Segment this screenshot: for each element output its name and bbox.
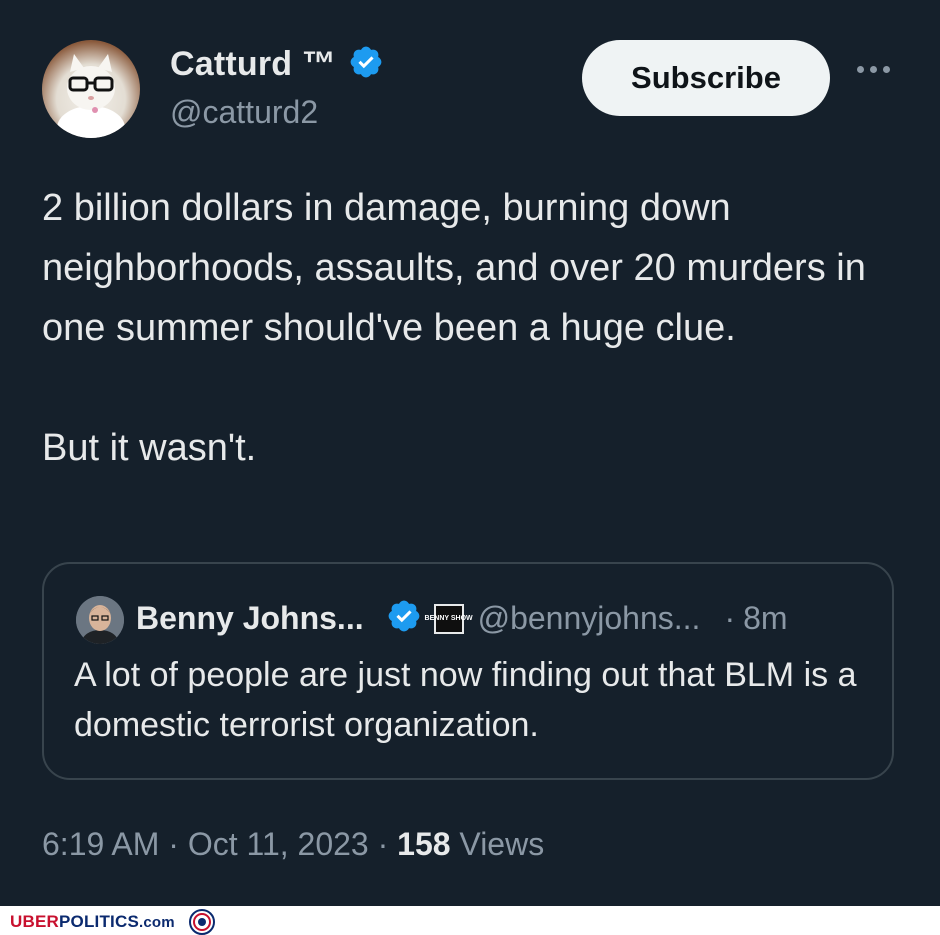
- quoted-author-name[interactable]: Benny Johns...: [136, 600, 364, 637]
- quoted-header: Benny Johns... BENNY SHOW @bennyjohns...…: [136, 598, 788, 639]
- separator-dot: ·: [724, 600, 736, 636]
- subscribe-button[interactable]: Subscribe: [582, 40, 830, 116]
- author-name[interactable]: Catturd ™: [170, 45, 336, 84]
- quoted-author-avatar[interactable]: [76, 596, 124, 644]
- views-label: Views: [450, 826, 545, 862]
- author-handle[interactable]: @catturd2: [170, 94, 318, 131]
- verified-badge-icon[interactable]: [348, 44, 384, 85]
- tweet-metadata: 6:19 AM · Oct 11, 2023 · 158 Views: [42, 826, 544, 863]
- more-options-icon[interactable]: [857, 66, 890, 73]
- lion-logo-icon: [188, 909, 215, 935]
- person-avatar-image: [76, 596, 124, 644]
- watermark-bar: UBER POLITICS .com: [0, 906, 940, 935]
- views-count: 158: [397, 826, 451, 862]
- tweet-timestamp[interactable]: 6:19 AM · Oct 11, 2023 ·: [42, 826, 397, 862]
- tweet-card: Catturd ™ @catturd2 Subscribe 2 billion …: [0, 0, 940, 906]
- quoted-tweet[interactable]: Benny Johns... BENNY SHOW @bennyjohns...…: [42, 562, 894, 780]
- cat-avatar-image: [57, 54, 125, 138]
- tweet-text: 2 billion dollars in damage, burning dow…: [42, 187, 866, 469]
- watermark-com: .com: [138, 913, 175, 931]
- watermark-text: UBER POLITICS .com: [10, 909, 219, 935]
- dot: [883, 66, 890, 73]
- quoted-tweet-text: A lot of people are just now finding out…: [74, 656, 857, 744]
- dot: [870, 66, 877, 73]
- author-avatar[interactable]: [42, 40, 140, 138]
- verified-badge-icon[interactable]: [386, 598, 422, 639]
- dot: [857, 66, 864, 73]
- quoted-timestamp[interactable]: 8m: [743, 600, 787, 637]
- author-name-row: Catturd ™: [170, 44, 384, 85]
- affiliate-badge-icon[interactable]: BENNY SHOW: [425, 603, 473, 634]
- watermark-uber: UBER: [10, 912, 59, 931]
- watermark-politics: POLITICS: [58, 912, 139, 931]
- quoted-author-handle[interactable]: @bennyjohns...: [478, 600, 701, 637]
